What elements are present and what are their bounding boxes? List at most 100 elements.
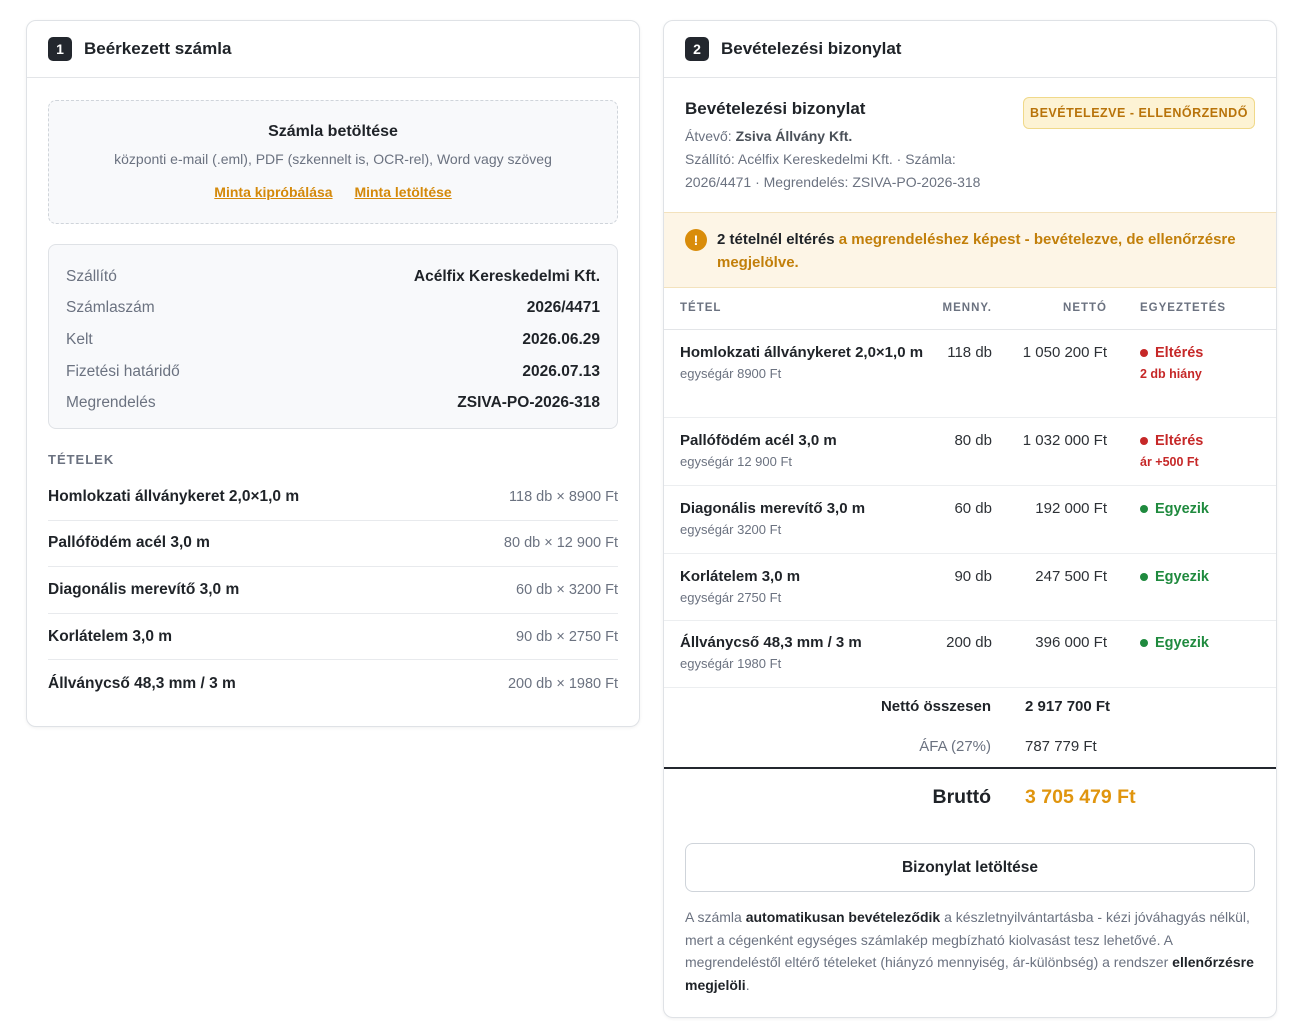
match-cell: Eltérés 2 db hiány [1107,329,1276,418]
status-text: Egyezik [1155,500,1209,517]
match-cell: Egyezik [1107,620,1276,688]
detail-label: Kelt [66,330,93,348]
vat-label: ÁFA (27%) [919,738,991,755]
status-text: Egyezik [1155,634,1209,651]
match-cell: Eltérés ár +500 Ft [1107,417,1276,486]
list-item: Pallófödém acél 3,0 m 80 db × 12 900 Ft [48,521,618,568]
step-number-badge: 2 [685,37,709,61]
item-name: Homlokzati állványkeret 2,0×1,0 m [680,343,924,361]
status-text: Eltérés [1155,432,1204,449]
item-cell: Korlátelem 3,0 m egységár 2750 Ft [664,553,924,621]
item-name: Állványcső 48,3 mm / 3 m [48,674,236,692]
table-row: Állványcső 48,3 mm / 3 m egységár 1980 F… [664,620,1276,688]
item-quantity: 200 db × 1980 Ft [507,675,618,692]
download-receipt-button[interactable]: Bizonylat letöltése [685,843,1255,892]
detail-label: Számlaszám [66,299,155,317]
receipt-table: TÉTEL MENNY. NETTÓ EGYEZTETÉS Homlokzati… [664,288,1276,688]
table-row: Diagonális merevítő 3,0 m egységár 3200 … [664,485,1276,554]
table-row: Korlátelem 3,0 m egységár 2750 Ft 90 db … [664,553,1276,621]
try-sample-link[interactable]: Minta kipróbálása [214,184,332,200]
footer-text: . [745,976,750,993]
card-title: Bevételezési bizonylat [721,39,902,58]
download-sample-link[interactable]: Minta letöltése [354,184,451,200]
detail-row: Megrendelés ZSIVA-PO-2026-318 [66,387,600,419]
invoice-upload-dropzone[interactable]: Számla betöltése központi e-mail (.eml),… [48,100,618,224]
status-text: Eltérés [1155,344,1204,361]
detail-value: 2026.07.13 [522,362,600,380]
item-name: Homlokzati állványkeret 2,0×1,0 m [48,487,300,505]
incoming-invoice-header: 1 Beérkezett számla [27,21,639,78]
detail-value: ZSIVA-PO-2026-318 [457,394,600,412]
gross-total-row: Bruttó 3 705 479 Ft [664,767,1276,825]
table-row: Pallófödém acél 3,0 m egységár 12 900 Ft… [664,417,1276,486]
column-header-item: TÉTEL [664,288,924,330]
item-quantity: 80 db × 12 900 Ft [503,535,618,552]
card-title: Beérkezett számla [84,39,232,58]
unit-price: egységár 3200 Ft [680,521,782,537]
detail-value: 2026/4471 [526,299,600,317]
net-cell: 247 500 Ft [992,553,1107,621]
status-dot-icon [1140,348,1148,357]
alert-strong-text: 2 tételnél eltérés [717,231,835,248]
item-cell: Pallófödém acél 3,0 m egységár 12 900 Ft [664,417,924,486]
unit-price: egységár 2750 Ft [680,589,782,605]
item-quantity: 60 db × 3200 Ft [516,581,618,598]
footer-bold-text: automatikusan bevételeződik [745,909,941,925]
meta-line: Szállító: Acélfix Kereskedelmi Kft. · Sz… [685,151,981,190]
match-cell: Egyezik [1107,553,1276,621]
status-dot-icon [1140,436,1148,445]
item-cell: Állványcső 48,3 mm / 3 m egységár 1980 F… [664,620,924,688]
status-badge: BEVÉTELEZVE - ELLENŐRZENDŐ [1023,97,1255,129]
vat-row: ÁFA (27%) 787 779 Ft [664,728,1276,768]
column-header-net: NETTÓ [992,288,1107,330]
status-dot-icon [1140,504,1148,513]
quantity-cell: 200 db [924,620,992,688]
totals-section: Nettó összesen 2 917 700 Ft ÁFA (27%) 78… [664,688,1276,768]
detail-label: Megrendelés [66,394,156,412]
quantity-cell: 80 db [924,417,992,486]
footer-text: A számla [685,909,746,925]
receipt-summary: Bevételezési bizonylat Átvevő: Zsiva Áll… [664,78,1276,212]
item-name: Diagonális merevítő 3,0 m [48,580,240,598]
list-item: Állványcső 48,3 mm / 3 m 200 db × 1980 F… [48,660,618,707]
mismatch-note: 2 db hiány [1140,366,1202,381]
item-name: Korlátelem 3,0 m [48,627,173,645]
unit-price: egységár 8900 Ft [680,365,782,381]
list-item: Diagonális merevítő 3,0 m 60 db × 3200 F… [48,567,618,614]
quantity-cell: 90 db [924,553,992,621]
detail-label: Szállító [66,267,117,285]
net-cell: 1 032 000 Ft [992,417,1107,486]
receiver-name: Zsiva Állvány Kft. [735,128,853,144]
list-item: Homlokzati állványkeret 2,0×1,0 m 118 db… [48,474,618,521]
detail-row: Kelt 2026.06.29 [66,324,600,356]
item-quantity: 90 db × 2750 Ft [516,628,618,645]
detail-row: Számlaszám 2026/4471 [66,293,600,325]
item-quantity: 118 db × 8900 Ft [509,488,618,505]
detail-value: Acélfix Kereskedelmi Kft. [413,267,600,285]
item-name: Állványcső 48,3 mm / 3 m [680,633,862,651]
net-cell: 192 000 Ft [992,485,1107,554]
upload-title: Számla betöltése [268,123,398,140]
net-total-value: 2 917 700 Ft [1025,698,1111,715]
item-name: Korlátelem 3,0 m [680,567,801,585]
alert-message: 2 tételnél eltérés a megrendeléshez képe… [717,228,1262,274]
receipt-document-card: 2 Bevételezési bizonylat Bevételezési bi… [663,20,1277,1018]
invoice-items-list: Homlokzati állványkeret 2,0×1,0 m 118 db… [48,474,618,707]
document-title: Bevételezési bizonylat [685,99,866,118]
match-cell: Egyezik [1107,485,1276,554]
quantity-cell: 118 db [924,329,992,418]
items-section-label: TÉTELEK [48,452,115,467]
mismatch-alert: ! 2 tételnél eltérés a megrendeléshez ké… [664,212,1276,288]
item-cell: Homlokzati állványkeret 2,0×1,0 m egység… [664,329,924,418]
mismatch-note: ár +500 Ft [1140,454,1199,469]
net-total-row: Nettó összesen 2 917 700 Ft [664,688,1276,728]
item-cell: Diagonális merevítő 3,0 m egységár 3200 … [664,485,924,554]
net-cell: 396 000 Ft [992,620,1107,688]
column-header-qty: MENNY. [924,288,992,330]
detail-label: Fizetési határidő [66,362,180,380]
gross-total-value: 3 705 479 Ft [1025,786,1136,808]
status-dot-icon [1140,638,1148,647]
item-name: Diagonális merevítő 3,0 m [680,499,866,517]
document-meta: Átvevő: Zsiva Állvány Kft. Szállító: Acé… [685,125,995,194]
unit-price: egységár 1980 Ft [680,655,782,671]
